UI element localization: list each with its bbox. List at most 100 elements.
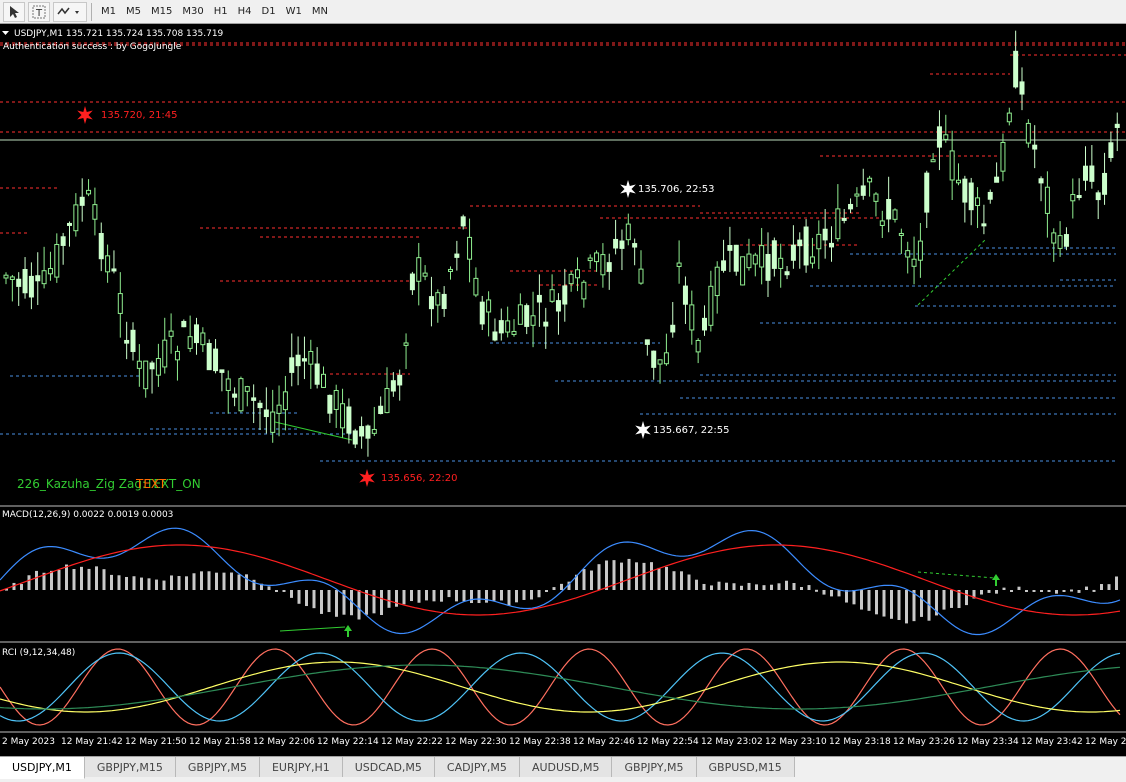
- chart-tab-1[interactable]: GBPJPY,M15: [84, 757, 176, 777]
- candle-body: [441, 293, 447, 310]
- time-axis-label: 12 May 22:46: [573, 737, 635, 747]
- zigzag-indicator-overlap-label: TEXT: [136, 477, 167, 491]
- candle-body: [35, 275, 41, 282]
- chart-tab-4[interactable]: USDCAD,M5: [342, 757, 435, 777]
- candle-body: [428, 296, 434, 310]
- macd-histogram-bar: [785, 580, 788, 590]
- macd-histogram-bar: [1100, 584, 1103, 590]
- candle-body: [1063, 234, 1069, 247]
- candle-body: [613, 238, 619, 249]
- candle-body: [333, 390, 339, 410]
- candle-body: [784, 271, 790, 276]
- macd-histogram-bar: [807, 585, 811, 590]
- auth-message: Authentication success : by GogoJungle: [3, 42, 182, 52]
- timeframe-m15[interactable]: M15: [146, 2, 177, 22]
- chart-window[interactable]: USDJPY,M1 135.721 135.724 135.708 135.71…: [0, 25, 1126, 756]
- candle-body: [1038, 178, 1044, 184]
- collapse-triangle-icon[interactable]: [2, 31, 10, 37]
- candle-body: [721, 260, 727, 271]
- candle-body: [1095, 192, 1101, 201]
- macd-histogram-bar: [72, 569, 76, 590]
- candle-body: [403, 342, 409, 346]
- candle-body: [225, 378, 231, 391]
- macd-histogram-bar: [1092, 589, 1096, 592]
- candle-body: [657, 359, 663, 365]
- candle-body: [219, 369, 225, 373]
- rci-line-long: [0, 661, 1121, 713]
- candle-body: [822, 228, 828, 241]
- macd-histogram-bar: [732, 583, 736, 590]
- candle-body: [1013, 50, 1019, 88]
- candle-body: [435, 292, 441, 306]
- macd-histogram-bar: [222, 572, 226, 590]
- macd-histogram-bar: [27, 575, 31, 590]
- timeframe-m1[interactable]: M1: [96, 2, 121, 22]
- macd-histogram-bar: [1107, 584, 1111, 590]
- chart-canvas[interactable]: [0, 25, 1126, 756]
- candle-body: [670, 324, 676, 333]
- time-axis-label: 12 May 23:10: [765, 737, 827, 747]
- macd-histogram-bar: [860, 590, 863, 610]
- candle-body: [60, 236, 66, 246]
- macd-histogram-bar: [822, 590, 826, 595]
- candle-body: [638, 268, 644, 284]
- timeframe-mn[interactable]: MN: [307, 2, 333, 22]
- candle-body: [536, 294, 542, 303]
- macd-histogram-bar: [477, 590, 481, 604]
- candle-body: [1076, 195, 1082, 199]
- candle-body: [981, 223, 987, 227]
- timeframe-m30[interactable]: M30: [177, 2, 208, 22]
- macd-histogram-bar: [132, 576, 136, 590]
- chart-tab-8[interactable]: GBPUSD,M15: [696, 757, 795, 777]
- candle-body: [460, 216, 466, 227]
- candle-body: [1114, 123, 1120, 128]
- macd-histogram-bar: [665, 566, 668, 590]
- candle-body: [663, 352, 669, 365]
- timeframe-m5[interactable]: M5: [121, 2, 146, 22]
- macd-histogram-bar: [777, 583, 781, 590]
- candle-body: [898, 232, 904, 236]
- cursor-icon[interactable]: [3, 1, 25, 22]
- timeframe-w1[interactable]: W1: [281, 2, 307, 22]
- macd-histogram-bar: [470, 590, 473, 604]
- macd-histogram-bar: [605, 560, 608, 590]
- candle-body: [498, 320, 504, 334]
- timeframe-d1[interactable]: D1: [257, 2, 281, 22]
- chart-tab-2[interactable]: GBPJPY,M5: [175, 757, 260, 777]
- candle-body: [543, 321, 549, 327]
- time-axis-label: 12 May 22:30: [445, 737, 507, 747]
- time-axis-label: 12 May 22:38: [509, 737, 571, 747]
- chart-tab-0[interactable]: USDJPY,M1: [0, 757, 85, 779]
- candle-body: [187, 336, 193, 349]
- candle-body: [511, 330, 517, 335]
- timeframe-h4[interactable]: H4: [233, 2, 257, 22]
- macd-histogram-bar: [245, 574, 248, 590]
- chart-tab-5[interactable]: CADJPY,M5: [434, 757, 520, 777]
- candle-body: [86, 189, 92, 195]
- timeframe-h1[interactable]: H1: [209, 2, 233, 22]
- chart-tab-3[interactable]: EURJPY,H1: [259, 757, 343, 777]
- macd-histogram-bar: [267, 586, 271, 590]
- time-axis-label: 12 May 23:18: [829, 737, 891, 747]
- candle-body: [390, 380, 396, 392]
- macd-histogram-bar: [867, 590, 871, 611]
- macd-histogram-bar: [147, 578, 151, 590]
- chart-tab-7[interactable]: GBPJPY,M5: [612, 757, 697, 777]
- chart-tab-6[interactable]: AUDUSD,M5: [519, 757, 613, 777]
- candle-body: [765, 253, 771, 281]
- candle-body: [682, 285, 688, 305]
- macd-histogram-bar: [620, 562, 623, 590]
- macd-histogram-bar: [290, 590, 293, 598]
- text-icon[interactable]: T: [28, 1, 50, 22]
- candle-body: [549, 289, 555, 302]
- macd-histogram-bar: [1055, 590, 1058, 594]
- candle-body: [695, 339, 701, 353]
- macd-signal-segment: [917, 571, 996, 579]
- macd-histogram-bar: [440, 590, 443, 602]
- candle-body: [879, 220, 885, 226]
- zigzag-segment: [917, 239, 986, 306]
- shapes-icon[interactable]: [53, 1, 87, 22]
- candle-body: [759, 245, 765, 268]
- candle-body: [1051, 232, 1057, 244]
- candle-body: [778, 257, 784, 269]
